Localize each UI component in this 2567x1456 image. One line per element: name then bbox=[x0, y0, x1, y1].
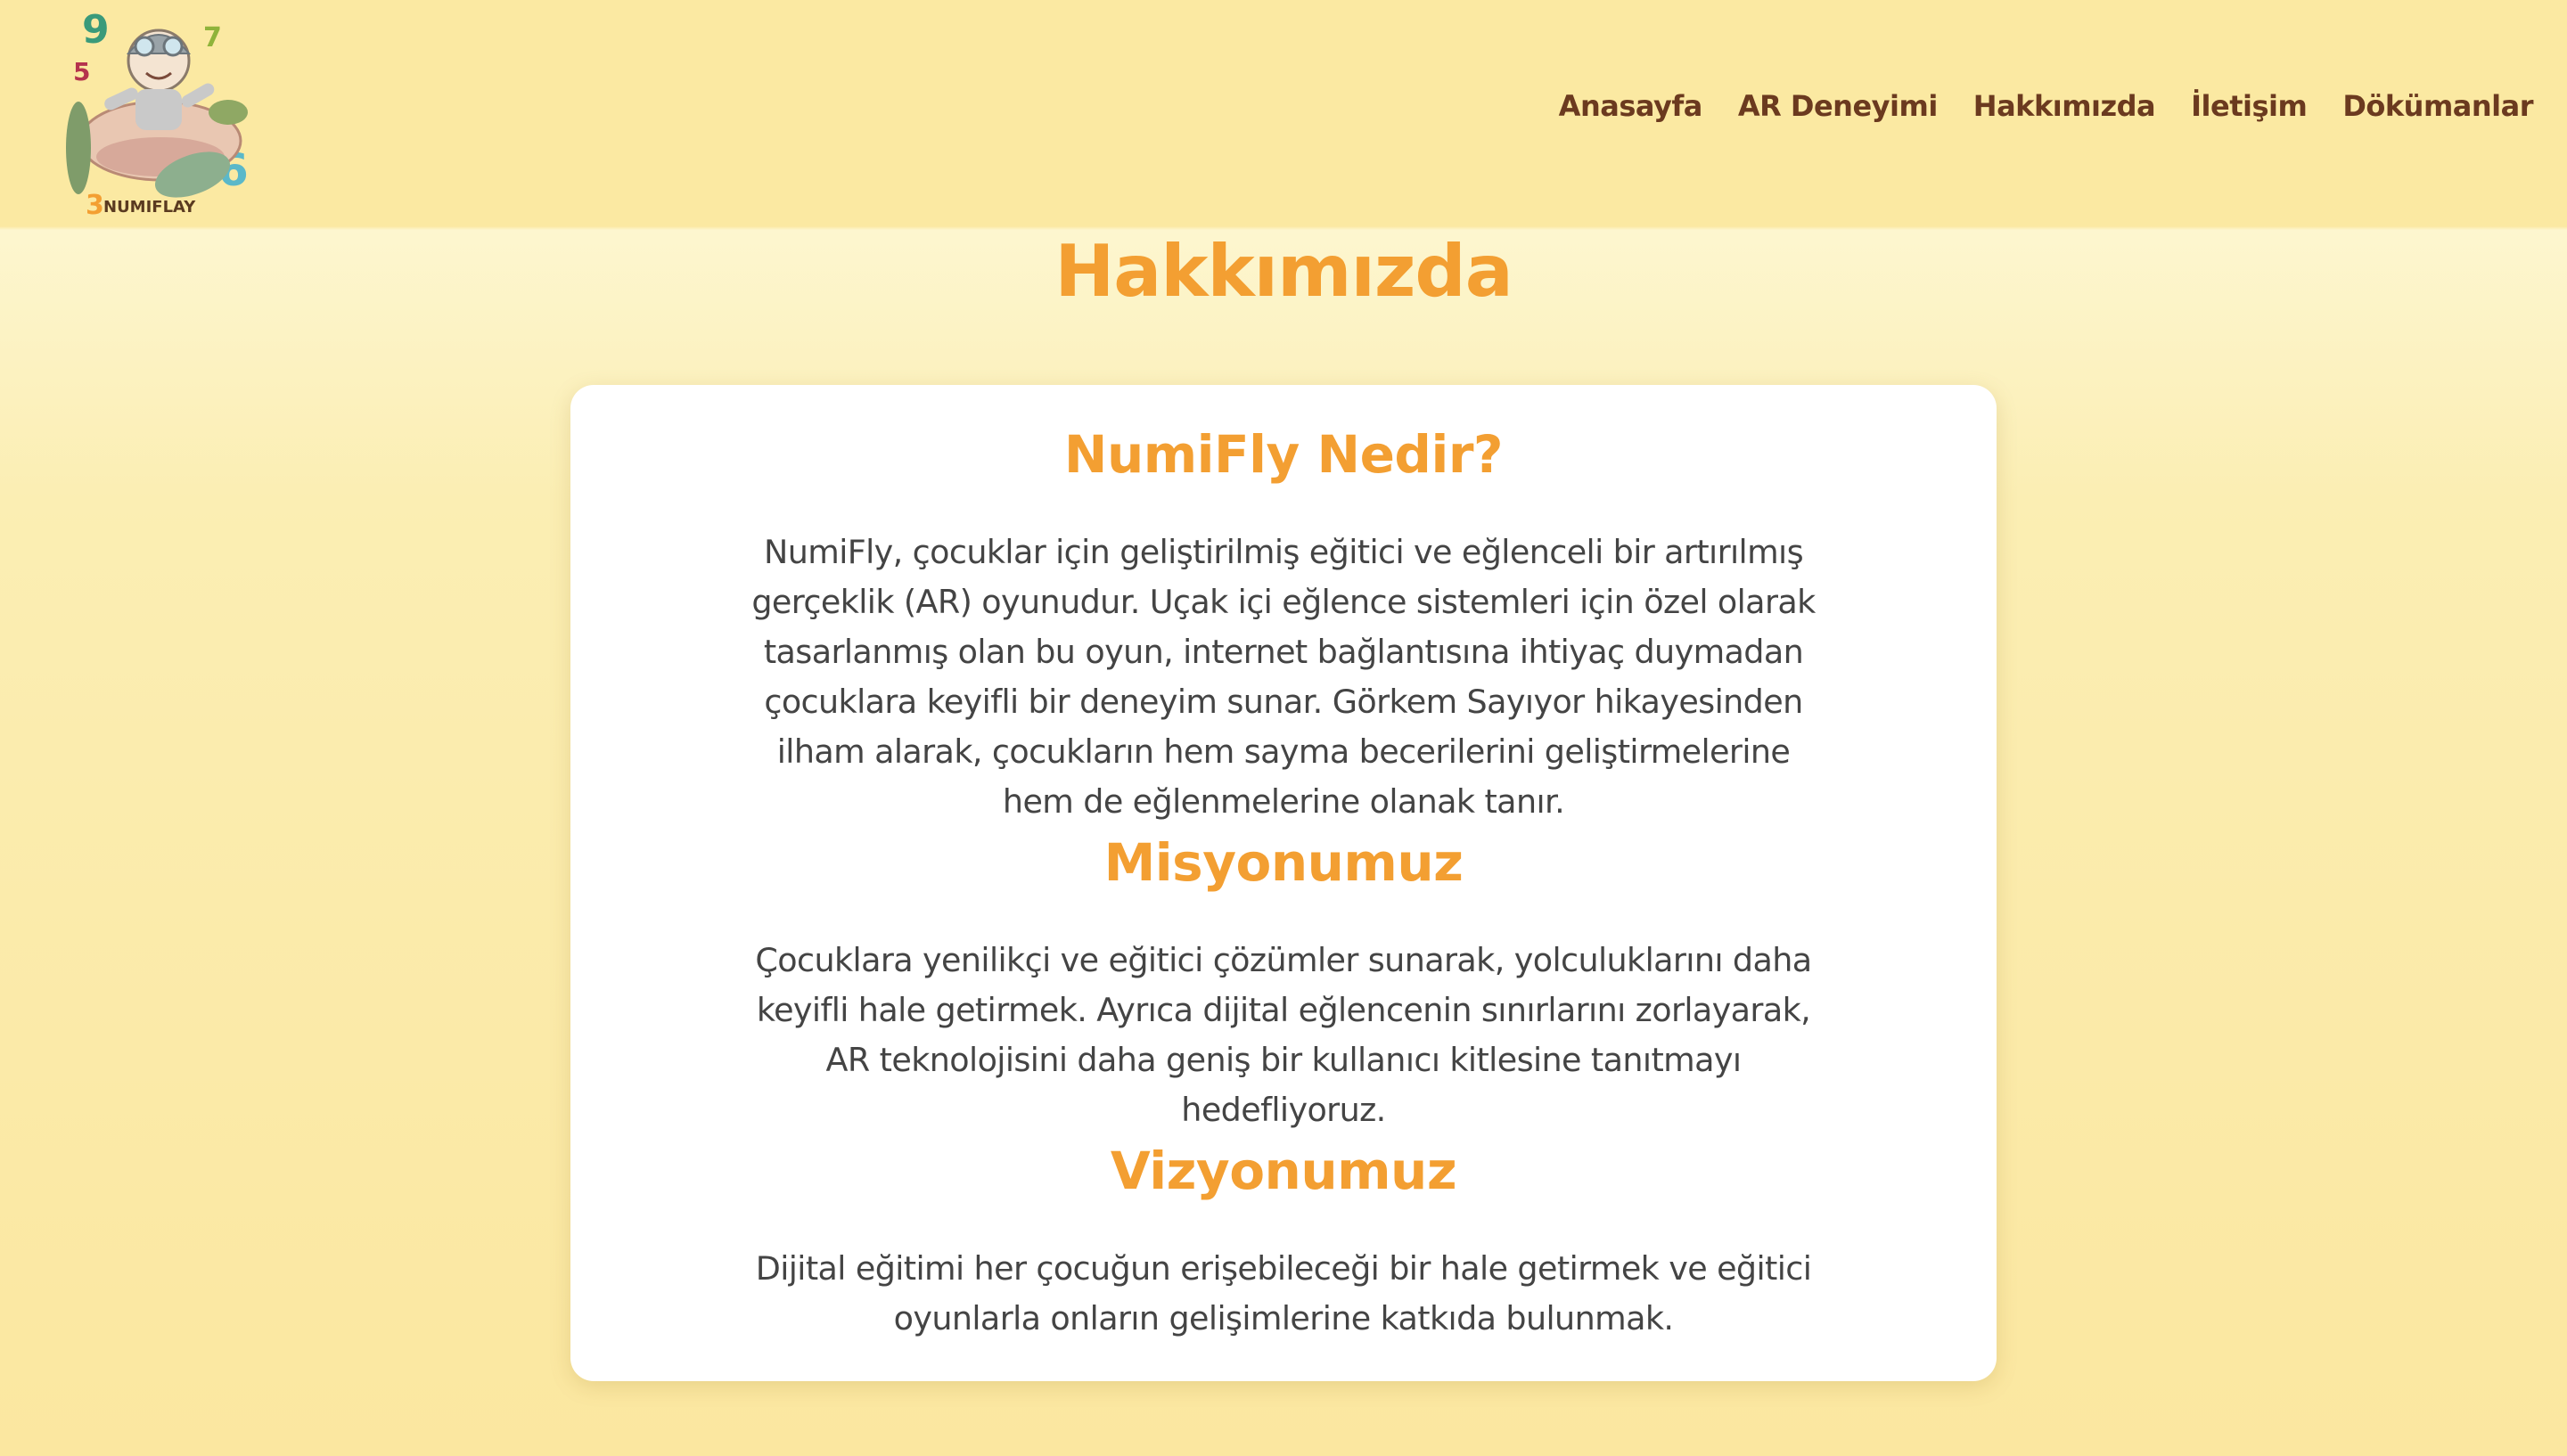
nav-dokumanlar[interactable]: Dökümanlar bbox=[2342, 89, 2533, 123]
nav-ar-deneyimi[interactable]: AR Deneyimi bbox=[1738, 89, 1938, 123]
section-text-what-is: NumiFly, çocuklar için geliştirilmiş eği… bbox=[751, 533, 1816, 821]
nav-iletisim[interactable]: İletişim bbox=[2191, 89, 2308, 123]
section-title-mission: Misyonumuz bbox=[1103, 832, 1464, 893]
svg-text:3: 3 bbox=[86, 190, 104, 221]
numifly-logo[interactable]: 9 5 7 6 3 NUMIFLAY bbox=[46, 7, 260, 221]
section-text-vision: Dijital eğitimi her çocuğun erişebileceğ… bbox=[755, 1249, 1812, 1337]
site-header: 9 5 7 6 3 NUMIFLAY Anasayfa AR Deneyimi … bbox=[0, 0, 2567, 226]
svg-text:5: 5 bbox=[73, 57, 90, 86]
svg-text:9: 9 bbox=[82, 7, 110, 53]
nav-anasayfa[interactable]: Anasayfa bbox=[1559, 89, 1703, 123]
section-title-what-is: NumiFly Nedir? bbox=[1063, 424, 1504, 485]
section-title-vision: Vizyonumuz bbox=[1110, 1141, 1457, 1201]
pilot-plane-icon: 9 5 7 6 3 NUMIFLAY bbox=[66, 7, 249, 221]
nav-hakkimizda[interactable]: Hakkımızda bbox=[1973, 89, 2156, 123]
main-nav: Anasayfa AR Deneyimi Hakkımızda İletişim… bbox=[1559, 89, 2534, 123]
svg-text:7: 7 bbox=[203, 22, 222, 53]
page-title: Hakkımızda bbox=[1054, 230, 1513, 313]
about-card: NumiFly Nedir? NumiFly, çocuklar için ge… bbox=[570, 385, 1997, 1381]
svg-text:NUMIFLAY: NUMIFLAY bbox=[103, 198, 196, 217]
section-text-mission: Çocuklara yenilikçi ve eğitici çözümler … bbox=[755, 941, 1812, 1129]
